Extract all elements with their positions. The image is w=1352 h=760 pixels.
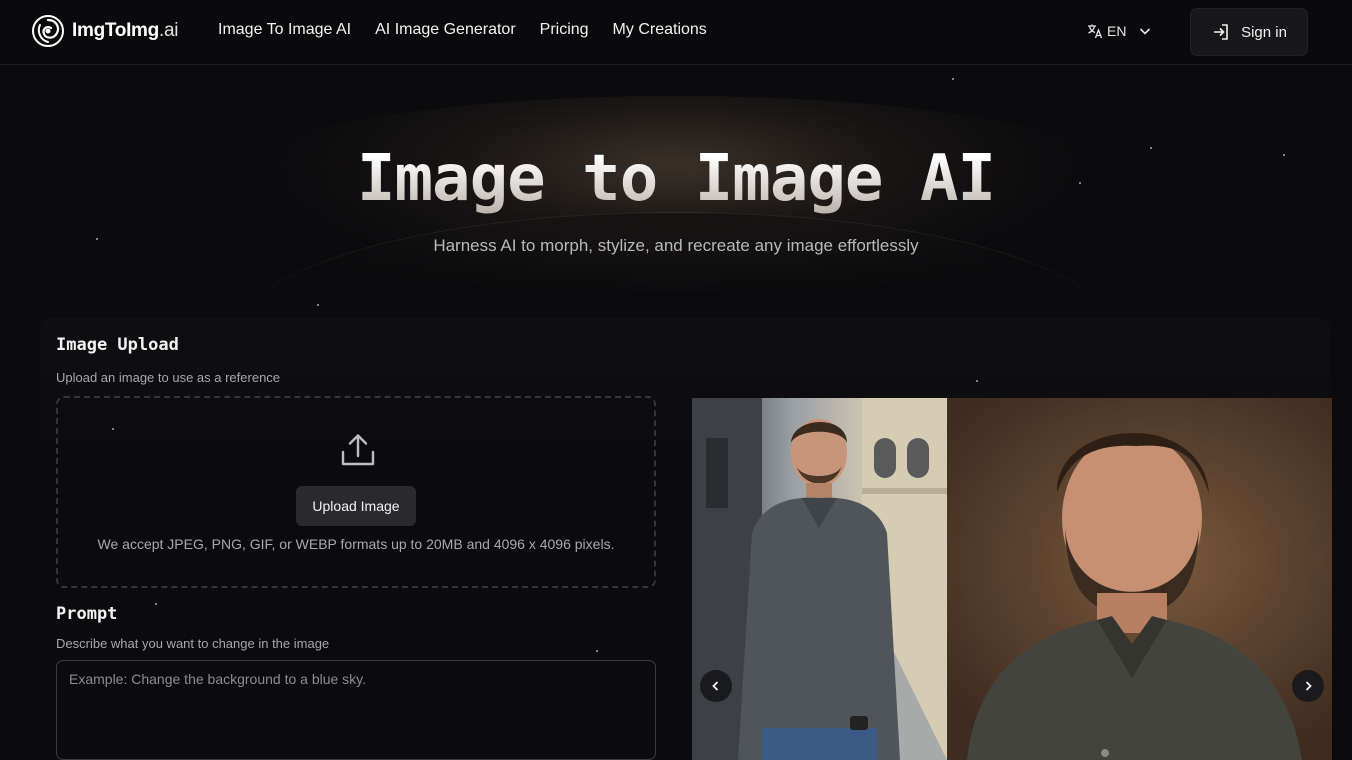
chevron-left-icon [712,681,719,691]
sign-in-label: Sign in [1241,23,1287,41]
sign-in-icon [1214,24,1228,40]
nav-ai-image-generator[interactable]: AI Image Generator [375,21,516,39]
hero-title: Image to Image AI [0,142,1352,216]
image-dropzone[interactable]: Upload Image We accept JPEG, PNG, GIF, o… [56,396,656,588]
language-label: EN [1107,23,1127,39]
example-output-photo [947,398,1332,760]
nav-image-to-image[interactable]: Image To Image AI [218,21,351,39]
chevron-down-icon [1140,28,1151,35]
upload-icon [341,434,375,466]
top-navigation-bar: ImgToImg.ai Image To Image AI AI Image G… [0,0,1352,65]
main-nav: Image To Image AI AI Image Generator Pri… [218,21,707,39]
logo-text: ImgToImg.ai [72,20,179,41]
nav-my-creations[interactable]: My Creations [613,21,707,39]
carousel-next-button[interactable] [1292,670,1324,702]
example-carousel [692,398,1332,760]
chevron-right-icon [1305,681,1312,691]
sign-in-button[interactable]: Sign in [1190,8,1308,56]
site-logo[interactable]: ImgToImg.ai [32,15,178,47]
image-upload-description: Upload an image to use as a reference [56,370,281,385]
carousel-prev-button[interactable] [700,670,732,702]
star-decoration [952,78,954,80]
prompt-input[interactable] [56,660,656,760]
prompt-description: Describe what you want to change in the … [56,636,330,651]
accepted-formats-text: We accept JPEG, PNG, GIF, or WEBP format… [97,536,615,552]
star-decoration [155,603,157,605]
image-upload-title: Image Upload [56,335,179,355]
star-decoration [596,650,598,652]
language-selector[interactable]: EN [1087,22,1154,40]
prompt-title: Prompt [56,604,118,624]
nav-pricing[interactable]: Pricing [540,21,589,39]
logo-swirl-icon [32,15,64,47]
hero-subtitle: Harness AI to morph, stylize, and recrea… [433,236,919,255]
example-input-photo [692,398,947,760]
translate-icon [1088,24,1103,39]
star-decoration [976,380,978,382]
upload-image-button[interactable]: Upload Image [296,486,416,526]
